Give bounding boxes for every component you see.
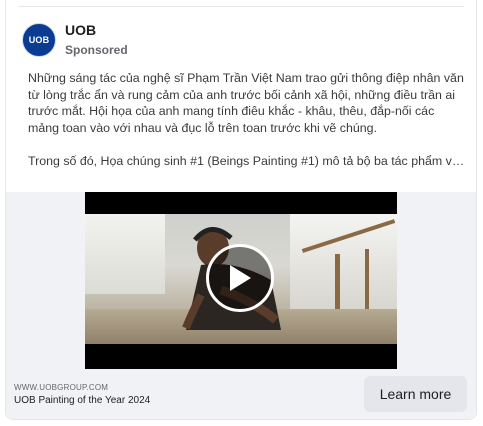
thumbnail-wall — [85, 214, 165, 294]
video-player[interactable] — [85, 192, 397, 369]
learn-more-button[interactable]: Learn more — [364, 376, 467, 412]
advertiser-name[interactable]: UOB — [65, 22, 128, 39]
sponsored-label[interactable]: Sponsored — [65, 42, 128, 58]
post-body-text: Những sáng tác của nghệ sĩ Phạm Trần Việ… — [28, 70, 468, 169]
link-domain: WWW.UOBGROUP.COM — [14, 383, 109, 392]
play-icon — [230, 265, 251, 291]
advertiser-avatar[interactable]: UOB — [22, 23, 56, 57]
divider — [18, 6, 464, 7]
post-paragraph-1: Những sáng tác của nghệ sĩ Phạm Trần Việ… — [28, 71, 464, 135]
post-header: UOB UOB Sponsored — [22, 20, 128, 60]
avatar-logo-text: UOB — [28, 35, 50, 45]
post-header-info: UOB Sponsored — [65, 22, 128, 58]
post-paragraph-2: Trong số đó, Họa chúng sinh #1 (Beings P… — [28, 153, 468, 168]
thumbnail-window — [290, 214, 397, 309]
play-button[interactable] — [206, 244, 274, 312]
link-headline: UOB Painting of the Year 2024 — [14, 395, 151, 406]
media-container — [6, 192, 476, 369]
link-preview-footer[interactable]: WWW.UOBGROUP.COM UOB Painting of the Yea… — [6, 369, 476, 419]
ad-post-card: UOB UOB Sponsored Những sáng tác của ngh… — [5, 0, 477, 420]
